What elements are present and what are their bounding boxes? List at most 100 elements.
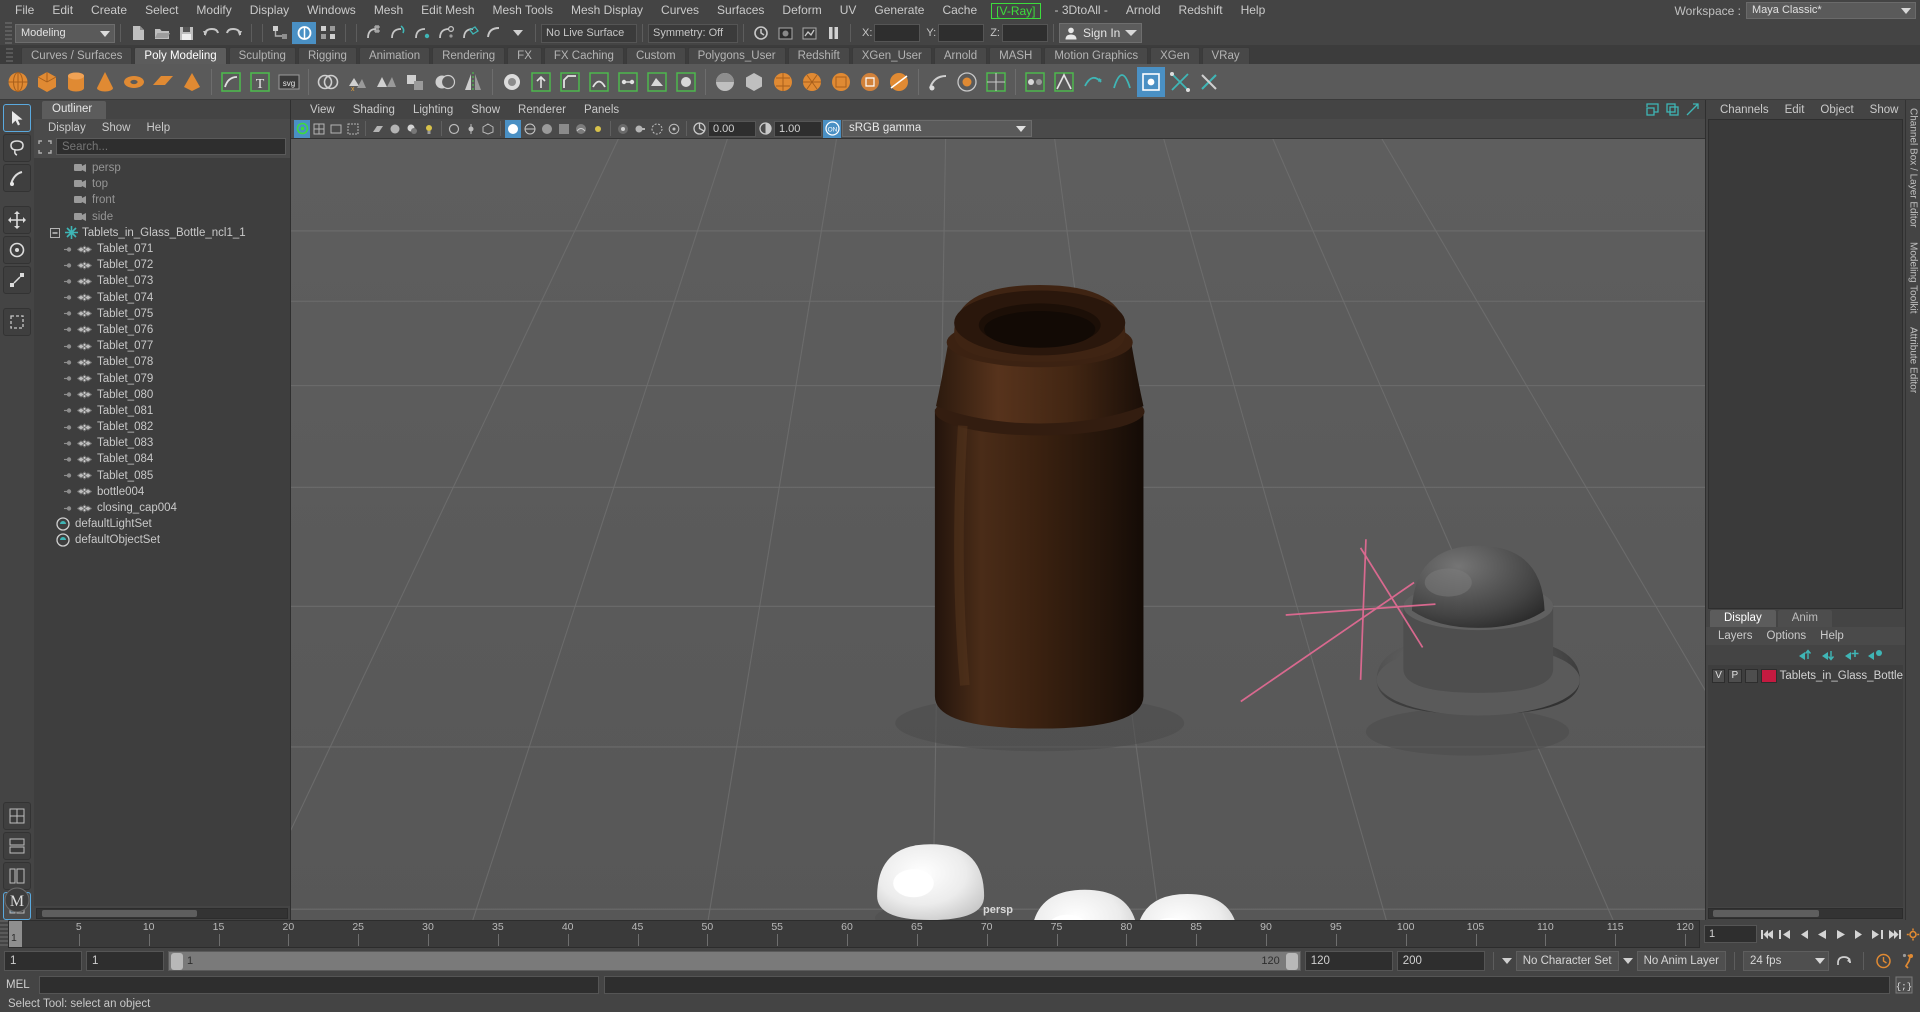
menu-item-redshift[interactable]: Redshift [1170, 0, 1232, 21]
outliner-item-group[interactable]: Tablets_in_Glass_Bottle_ncl1_1 [34, 225, 290, 241]
outliner-item[interactable]: Tablet_076 [34, 322, 290, 338]
outliner-item[interactable]: Tablet_079 [34, 370, 290, 386]
animation-end-field[interactable]: 120 [1304, 951, 1393, 971]
layer-row[interactable]: V P Tablets_in_Glass_Bottle [1708, 667, 1903, 684]
last-tool-button[interactable] [3, 308, 31, 336]
menu-item-file[interactable]: File [6, 0, 43, 21]
select-by-hierarchy-button[interactable] [268, 22, 292, 44]
menu-item-edit[interactable]: Edit [43, 0, 82, 21]
outliner-item[interactable]: Tablet_085 [34, 468, 290, 484]
make-live-button[interactable] [482, 22, 506, 44]
menu-item-mesh-tools[interactable]: Mesh Tools [484, 0, 562, 21]
outliner-tree[interactable]: persp top front side Tablets_in_Glass_Bo… [34, 158, 290, 906]
channelbox-menu-show[interactable]: Show [1862, 104, 1907, 116]
menu-item-windows[interactable]: Windows [298, 0, 365, 21]
character-set-arrow-icon[interactable] [1501, 958, 1512, 964]
outliner-item-defaultlightset[interactable]: defaultLightSet [34, 516, 290, 532]
combine-icon[interactable]: x [343, 67, 371, 97]
xray-mode-icon[interactable] [446, 120, 462, 138]
script-editor-button[interactable]: {;} [1894, 975, 1914, 995]
poly-sphere-icon[interactable] [4, 67, 32, 97]
open-scene-button[interactable] [150, 22, 174, 44]
color-management-toggle[interactable]: ON [823, 119, 841, 138]
extract-icon[interactable] [401, 67, 429, 97]
outliner-item[interactable]: closing_cap004 [34, 500, 290, 516]
select-by-component-type-button[interactable] [316, 22, 340, 44]
lasso-tool-button[interactable] [3, 134, 31, 162]
layer-horizontal-scrollbar[interactable] [1706, 907, 1905, 920]
outliner-item-front[interactable]: front [34, 192, 290, 208]
outliner-item-side[interactable]: side [34, 209, 290, 225]
outliner-item[interactable]: Tablet_071 [34, 241, 290, 257]
current-time-indicator[interactable]: 1 [9, 921, 22, 947]
range-end-handle[interactable] [1285, 952, 1298, 970]
screen-space-ao-icon[interactable] [615, 120, 631, 138]
outliner-menu-show[interactable]: Show [94, 122, 139, 134]
type-tool-icon[interactable]: T [246, 67, 274, 97]
menu-item-arnold[interactable]: Arnold [1117, 0, 1170, 21]
single-pane-layout-button[interactable] [3, 802, 31, 830]
svg-import-icon[interactable]: svg [275, 67, 303, 97]
shelf-grip[interactable] [6, 48, 13, 64]
toolbar-grip[interactable] [5, 22, 12, 44]
new-layer-from-selected-icon[interactable] [1867, 648, 1883, 662]
layer-tab-display[interactable]: Display [1710, 610, 1776, 627]
transfer-attributes-icon[interactable] [1021, 67, 1049, 97]
two-sided-lighting-icon[interactable] [387, 120, 403, 138]
shelf-tab-redshift[interactable]: Redshift [787, 47, 850, 64]
menu-item-mesh[interactable]: Mesh [365, 0, 412, 21]
shelf-tab-animation[interactable]: Animation [358, 47, 431, 64]
flat-shade-icon[interactable] [556, 120, 572, 138]
time-slider[interactable]: 1 5 10 15 20 25 30 35 40 45 50 55 60 65 70 75 80 85 90 95 1… [8, 920, 1700, 948]
uv-editor-icon[interactable] [982, 67, 1010, 97]
redo-button[interactable] [222, 22, 246, 44]
snap-to-point-button[interactable] [410, 22, 434, 44]
extrude-icon[interactable] [527, 67, 555, 97]
snap-to-view-plane-button[interactable] [458, 22, 482, 44]
resolution-gate-icon[interactable] [345, 120, 361, 138]
menu-item-create[interactable]: Create [82, 0, 136, 21]
snap-to-grid-button[interactable] [362, 22, 386, 44]
cube-shade-icon[interactable] [740, 67, 768, 97]
outliner-item[interactable]: Tablet_081 [34, 403, 290, 419]
save-scene-button[interactable] [174, 22, 198, 44]
scale-tool-button[interactable] [3, 266, 31, 294]
viewport-menu-show[interactable]: Show [462, 104, 509, 116]
poly-cone-icon[interactable] [91, 67, 119, 97]
gamma-icon[interactable] [757, 120, 773, 138]
outliner-item[interactable]: Tablet_080 [34, 387, 290, 403]
go-to-start-button[interactable] [1761, 925, 1775, 943]
loop-playback-button[interactable] [1833, 952, 1855, 970]
select-by-object-type-button[interactable] [292, 22, 316, 44]
select-tool-vp-icon[interactable] [294, 119, 310, 138]
layer-menu-layers[interactable]: Layers [1711, 630, 1760, 642]
menu-item-curves[interactable]: Curves [652, 0, 708, 21]
wireframe-shaded-icon[interactable] [480, 120, 496, 138]
channelbox-menu-channels[interactable]: Channels [1712, 104, 1777, 116]
snap-align-icon[interactable] [1137, 66, 1165, 97]
poly-torus-icon[interactable] [120, 67, 148, 97]
retopologize-icon[interactable] [827, 67, 855, 97]
shelf-tab-rigging[interactable]: Rigging [297, 47, 357, 64]
exposure-field[interactable]: 0.00 [708, 120, 756, 137]
outliner-horizontal-scrollbar[interactable] [34, 906, 290, 920]
scroll-track[interactable] [1708, 908, 1903, 919]
viewport-menu-shading[interactable]: Shading [344, 104, 404, 116]
range-end-field[interactable]: 1 [86, 951, 164, 971]
soft-select-icon[interactable] [953, 67, 981, 97]
mirror-geometry-icon[interactable] [1108, 67, 1136, 97]
shelf-tab-mash[interactable]: MASH [989, 47, 1043, 64]
layer-menu-help[interactable]: Help [1813, 630, 1851, 642]
sweep-mesh-icon[interactable] [217, 67, 245, 97]
step-forward-key-button[interactable] [1870, 925, 1884, 943]
workspace-dropdown[interactable]: Maya Classic* [1746, 2, 1916, 19]
character-set-field[interactable]: No Character Set [1515, 951, 1619, 971]
timeline-grip[interactable] [0, 920, 8, 948]
snap-to-projected-center-button[interactable] [434, 22, 458, 44]
anim-layer-arrow-icon[interactable] [1622, 958, 1633, 964]
crease-tool-icon[interactable] [1050, 67, 1078, 97]
shelf-tab-custom[interactable]: Custom [625, 47, 686, 64]
shaded-mode-icon[interactable] [505, 119, 521, 138]
menu-item-uv[interactable]: UV [831, 0, 866, 21]
panel-popout-icon[interactable] [1646, 103, 1659, 116]
